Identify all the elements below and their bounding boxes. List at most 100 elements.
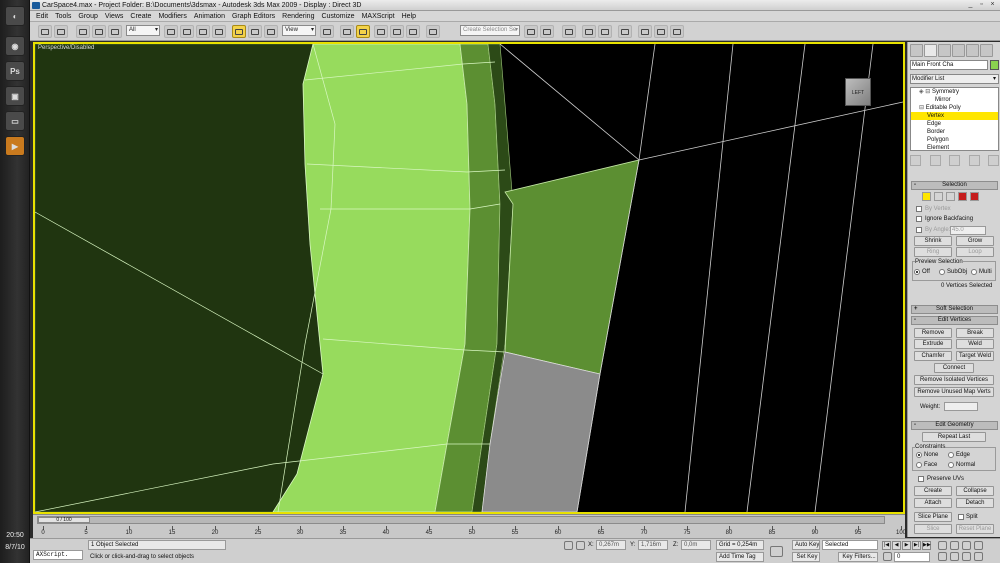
menu-edit[interactable]: Edit <box>36 13 48 20</box>
remove-button[interactable]: Remove <box>914 328 952 338</box>
create-button[interactable]: Create <box>914 486 952 496</box>
go-to-end-icon[interactable]: ▶▶ <box>922 541 931 550</box>
absolute-mode-icon[interactable] <box>576 541 585 550</box>
soft-selection-rollout-header[interactable]: + Soft Selection <box>911 305 998 314</box>
stack-item-editable-poly[interactable]: ⊟ Editable Poly <box>911 104 998 112</box>
by-angle-checkbox[interactable] <box>916 227 922 233</box>
zoom-extents-all-icon[interactable] <box>974 541 983 550</box>
key-mode-toggle-icon[interactable] <box>883 552 892 561</box>
target-weld-button[interactable]: Target Weld <box>956 351 994 361</box>
preview-off-radio[interactable] <box>914 269 920 275</box>
create-tab-icon[interactable] <box>910 44 923 57</box>
split-checkbox[interactable] <box>958 514 964 520</box>
edit-named-selection-icon[interactable] <box>426 25 440 38</box>
3dsmax-taskbar-icon[interactable]: ▣ <box>5 86 25 106</box>
curve-editor-icon[interactable] <box>582 25 596 38</box>
select-object-icon[interactable] <box>164 25 178 38</box>
render-setup-icon[interactable] <box>638 25 652 38</box>
key-mode-dropdown[interactable]: Selected <box>822 540 878 550</box>
constraint-face-radio[interactable] <box>916 462 922 468</box>
named-selection-dropdown[interactable]: Create Selection Se <box>460 25 520 36</box>
show-end-result-icon[interactable] <box>929 155 941 166</box>
previous-frame-icon[interactable]: ◀ <box>892 541 901 550</box>
edit-vertices-rollout-header[interactable]: - Edit Vertices <box>911 316 998 325</box>
percent-snap-icon[interactable] <box>390 25 404 38</box>
element-subobject-icon[interactable] <box>970 192 979 201</box>
pan-view-icon[interactable] <box>950 552 959 561</box>
media-player-icon[interactable]: ▶ <box>5 136 25 156</box>
rendered-frame-window-icon[interactable] <box>654 25 668 38</box>
zoom-extents-icon[interactable] <box>962 541 971 550</box>
selection-rollout-header[interactable]: - Selection <box>911 181 998 190</box>
angle-snap-icon[interactable] <box>374 25 388 38</box>
mirror-icon[interactable] <box>524 25 538 38</box>
menu-create[interactable]: Create <box>130 13 151 20</box>
menu-maxscript[interactable]: MAXScript <box>362 13 395 20</box>
remove-isolated-vertices-button[interactable]: Remove Isolated Vertices <box>914 375 994 385</box>
connect-button[interactable]: Connect <box>934 363 974 373</box>
maximize-viewport-icon[interactable] <box>974 552 983 561</box>
select-and-link-icon[interactable] <box>76 25 90 38</box>
bind-to-space-warp-icon[interactable] <box>108 25 122 38</box>
menu-customize[interactable]: Customize <box>321 13 354 20</box>
loop-button[interactable]: Loop <box>956 247 994 257</box>
menu-group[interactable]: Group <box>78 13 97 20</box>
maximize-icon[interactable]: ▫ <box>977 1 986 10</box>
select-by-name-icon[interactable] <box>180 25 194 38</box>
snaps-toggle-icon[interactable] <box>356 25 370 38</box>
y-coordinate-field[interactable]: 1,716m <box>638 540 668 550</box>
object-name-field[interactable]: Main Front Cha <box>910 60 988 70</box>
browser-icon[interactable]: ◉ <box>5 36 25 56</box>
stack-item-vertex[interactable]: Vertex <box>911 112 998 120</box>
material-editor-icon[interactable] <box>618 25 632 38</box>
ignore-backfacing-checkbox[interactable] <box>916 216 922 222</box>
reference-coordinate-dropdown[interactable]: View <box>282 25 316 36</box>
zoom-icon[interactable] <box>938 541 947 550</box>
time-slider[interactable]: 0 / 100 <box>37 516 885 524</box>
break-button[interactable]: Break <box>956 328 994 338</box>
stack-item-symmetry[interactable]: ◈ ⊟ Symmetry <box>911 88 998 96</box>
menu-rendering[interactable]: Rendering <box>282 13 314 20</box>
auto-key-button[interactable]: Auto Key <box>792 540 820 550</box>
chamfer-button[interactable]: Chamfer <box>914 351 952 361</box>
align-icon[interactable] <box>540 25 554 38</box>
ring-button[interactable]: Ring <box>914 247 952 257</box>
maxscript-listener[interactable]: AXScript. <box>33 550 83 560</box>
select-and-rotate-icon[interactable] <box>248 25 262 38</box>
lock-selection-icon[interactable] <box>564 541 573 550</box>
modifier-list-dropdown[interactable]: Modifier List <box>910 74 999 84</box>
select-and-manipulate-icon[interactable] <box>340 25 354 38</box>
stack-item-edge[interactable]: Edge <box>911 120 998 128</box>
photoshop-icon[interactable]: Ps <box>5 61 25 81</box>
stack-item-element[interactable]: Element <box>911 144 998 150</box>
edge-subobject-icon[interactable] <box>934 192 943 201</box>
menu-graph-editors[interactable]: Graph Editors <box>232 13 275 20</box>
extrude-button[interactable]: Extrude <box>914 339 952 349</box>
display-tab-icon[interactable] <box>966 44 979 57</box>
shrink-button[interactable]: Shrink <box>914 236 952 246</box>
modify-tab-icon[interactable] <box>924 44 937 57</box>
app-launcher-icon[interactable]: ◐ <box>5 6 25 26</box>
vertex-subobject-icon[interactable] <box>922 192 931 201</box>
utilities-tab-icon[interactable] <box>980 44 993 57</box>
hierarchy-tab-icon[interactable] <box>938 44 951 57</box>
pin-stack-icon[interactable] <box>910 155 921 166</box>
border-subobject-icon[interactable] <box>946 192 955 201</box>
unlink-icon[interactable] <box>92 25 106 38</box>
reset-plane-button[interactable]: Reset Plane <box>956 524 994 534</box>
zoom-all-icon[interactable] <box>950 541 959 550</box>
folder-icon[interactable]: ▭ <box>5 111 25 131</box>
close-icon[interactable]: × <box>988 1 997 10</box>
stack-item-border[interactable]: Border <box>911 128 998 136</box>
make-unique-icon[interactable] <box>949 155 960 166</box>
by-angle-spinner[interactable]: 45.0 <box>950 226 986 235</box>
track-bar-ruler[interactable]: 0 5 10 15 20 25 30 35 40 45 50 55 60 65 70 75 80 85 90 95 10… <box>41 526 906 538</box>
constraint-normal-radio[interactable] <box>948 462 954 468</box>
constraint-edge-radio[interactable] <box>948 452 954 458</box>
undo-icon[interactable] <box>38 25 52 38</box>
render-production-icon[interactable] <box>670 25 684 38</box>
by-vertex-checkbox[interactable] <box>916 206 922 212</box>
menu-animation[interactable]: Animation <box>194 13 225 20</box>
z-coordinate-field[interactable]: 0,0m <box>681 540 711 550</box>
set-key-button[interactable]: Set Key <box>792 552 820 562</box>
